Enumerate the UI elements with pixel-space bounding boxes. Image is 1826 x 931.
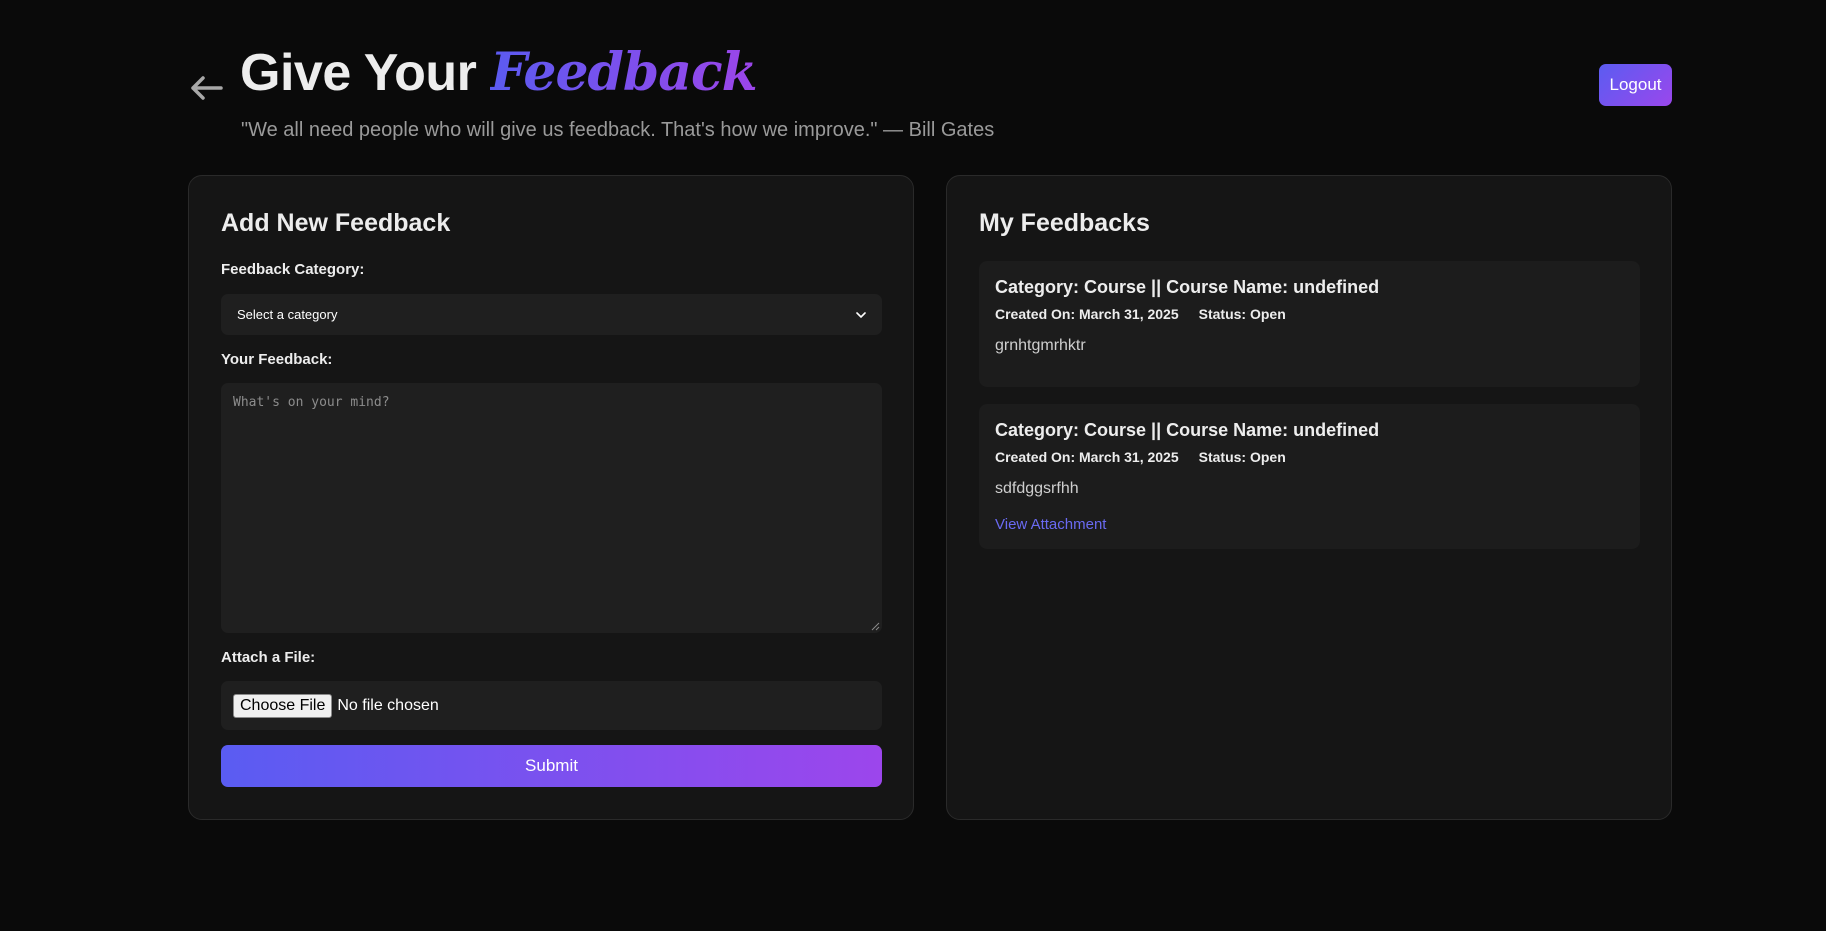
feedback-textarea[interactable] <box>221 383 882 633</box>
page-title: Give Your Feedback <box>240 40 758 106</box>
feedback-page: Give Your Feedback "We all need people w… <box>0 0 1826 931</box>
logout-button[interactable]: Logout <box>1599 64 1672 106</box>
file-status: No file chosen <box>337 696 439 714</box>
add-feedback-heading: Add New Feedback <box>221 209 451 237</box>
feedback-card-meta: Created On: March 31, 2025 Status: Open <box>995 306 1286 322</box>
category-select-value: Select a category <box>237 307 338 322</box>
my-feedbacks-heading: My Feedbacks <box>979 209 1150 237</box>
chevron-down-icon <box>856 311 866 318</box>
choose-file-button[interactable]: Choose File <box>233 693 333 718</box>
feedback-card-status: Status: Open <box>1198 449 1286 465</box>
view-attachment-link[interactable]: View Attachment <box>995 516 1106 533</box>
category-select[interactable]: Select a category <box>221 294 882 335</box>
my-feedbacks-panel: My Feedbacks Category: Course || Course … <box>946 175 1672 820</box>
feedback-card-created: Created On: March 31, 2025 <box>995 306 1179 322</box>
feedback-card: Category: Course || Course Name: undefin… <box>979 404 1640 549</box>
feedback-card-text: sdfdggsrfhh <box>995 480 1079 497</box>
category-label: Feedback Category: <box>221 261 365 278</box>
feedback-card-status: Status: Open <box>1198 306 1286 322</box>
attach-label: Attach a File: <box>221 649 316 666</box>
page-title-accent: Feedback <box>490 42 757 103</box>
feedback-card-created: Created On: March 31, 2025 <box>995 449 1179 465</box>
feedback-card-title: Category: Course || Course Name: undefin… <box>995 277 1380 297</box>
submit-button[interactable]: Submit <box>221 745 882 787</box>
file-input[interactable]: Choose File No file chosen <box>221 681 882 730</box>
feedback-card-meta: Created On: March 31, 2025 Status: Open <box>995 449 1286 465</box>
feedback-label: Your Feedback: <box>221 351 333 368</box>
feedback-card: Category: Course || Course Name: undefin… <box>979 261 1640 387</box>
feedback-card-title: Category: Course || Course Name: undefin… <box>995 420 1380 440</box>
resize-grip-icon[interactable] <box>870 621 880 631</box>
add-feedback-panel: Add New Feedback Feedback Category: Sele… <box>188 175 914 820</box>
back-button[interactable] <box>186 68 226 108</box>
page-title-main: Give Your <box>240 44 477 102</box>
feedback-card-text: grnhtgmrhktr <box>995 337 1086 354</box>
arrow-left-icon <box>191 76 223 100</box>
page-quote: "We all need people who will give us fee… <box>241 119 995 141</box>
